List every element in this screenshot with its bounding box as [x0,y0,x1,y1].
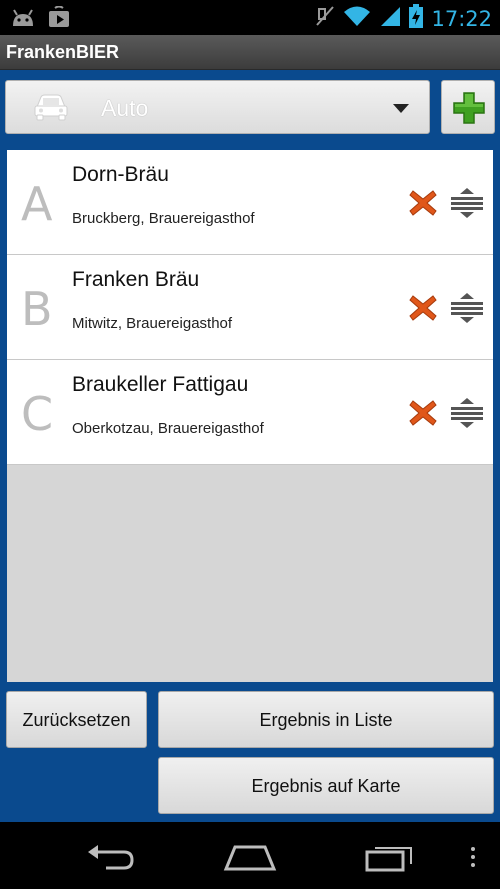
back-icon[interactable] [86,842,136,877]
destination-letter: C [21,387,54,441]
signal-icon [379,5,401,32]
delete-icon[interactable] [408,293,438,328]
home-icon[interactable] [223,842,277,877]
list-item[interactable]: C Braukeller Fattigau Oberkotzau, Brauer… [7,360,493,465]
list-item[interactable]: A Dorn-Bräu Bruckberg, Brauereigasthof [7,150,493,255]
destination-list: A Dorn-Bräu Bruckberg, Brauereigasthof B… [7,150,493,682]
destination-name: Braukeller Fattigau [72,373,249,396]
add-destination-button[interactable] [441,80,495,134]
delete-icon[interactable] [408,188,438,223]
play-store-icon [48,5,70,33]
mute-icon [315,5,335,32]
dropdown-arrow-icon [393,104,409,113]
app-title: FrankenBIER [0,35,500,70]
mode-dropdown-value: Auto [101,95,149,121]
drag-handle-icon[interactable] [450,292,484,329]
reset-button[interactable]: Zurücksetzen [6,691,147,748]
menu-icon[interactable] [468,842,478,877]
battery-charging-icon [409,4,424,33]
wifi-icon [343,5,371,32]
recent-apps-icon[interactable] [365,842,415,877]
delete-icon[interactable] [408,398,438,433]
result-map-button[interactable]: Ergebnis auf Karte [158,757,494,814]
car-icon [34,93,68,126]
plus-icon [453,92,485,124]
list-item[interactable]: B Franken Bräu Mitwitz, Brauereigasthof [7,255,493,360]
destination-subtitle: Mitwitz, Brauereigasthof [72,315,233,332]
navigation-bar [0,822,500,889]
status-bar: 17:22 [0,0,500,35]
destination-name: Franken Bräu [72,268,200,291]
destination-name: Dorn-Bräu [72,163,169,186]
android-icon [10,6,36,33]
drag-handle-icon[interactable] [450,397,484,434]
destination-subtitle: Oberkotzau, Brauereigasthof [72,420,264,437]
clock: 17:22 [431,6,492,31]
destination-letter: A [21,177,53,231]
destination-letter: B [21,282,53,336]
destination-subtitle: Bruckberg, Brauereigasthof [72,210,255,227]
result-list-button[interactable]: Ergebnis in Liste [158,691,494,748]
main-content: Auto A Dorn-Bräu Bruckberg, Brauereigast… [0,70,500,822]
drag-handle-icon[interactable] [450,187,484,224]
mode-dropdown[interactable]: Auto [5,80,430,134]
